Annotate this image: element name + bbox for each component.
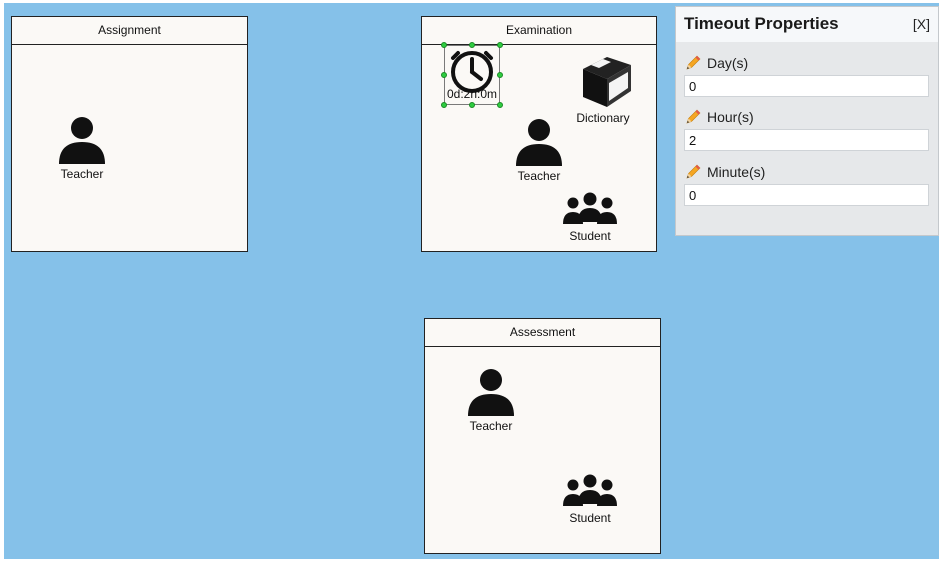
pencil-icon bbox=[686, 109, 701, 124]
pencil-icon bbox=[686, 55, 701, 70]
timer-node[interactable]: 0d:2h:0m bbox=[441, 42, 503, 108]
person-icon bbox=[516, 119, 562, 166]
person-icon bbox=[468, 369, 514, 416]
resize-handle-sw[interactable] bbox=[441, 102, 447, 108]
days-input[interactable] bbox=[684, 75, 929, 97]
resize-handle-ne[interactable] bbox=[497, 42, 503, 48]
assessment-box[interactable]: Assessment Teacher Student bbox=[424, 318, 661, 554]
person-icon bbox=[59, 117, 105, 164]
minutes-label: Minute(s) bbox=[707, 164, 766, 180]
assignment-title: Assignment bbox=[12, 17, 247, 45]
resize-handle-s[interactable] bbox=[469, 102, 475, 108]
examination-teacher-node[interactable]: Teacher bbox=[499, 117, 579, 183]
assignment-box[interactable]: Assignment Teacher bbox=[11, 16, 248, 252]
timer-label: 0d:2h:0m bbox=[446, 87, 498, 101]
student-label: Student bbox=[569, 511, 611, 525]
hours-label: Hour(s) bbox=[707, 109, 754, 125]
student-label: Student bbox=[569, 229, 611, 243]
resize-handle-nw[interactable] bbox=[441, 42, 447, 48]
days-label: Day(s) bbox=[707, 55, 749, 71]
assessment-teacher-node[interactable]: Teacher bbox=[451, 367, 531, 433]
examination-student-node[interactable]: Student bbox=[550, 191, 630, 243]
teacher-label: Teacher bbox=[469, 419, 513, 433]
hours-input[interactable] bbox=[684, 129, 929, 151]
resize-handle-e[interactable] bbox=[497, 72, 503, 78]
assignment-teacher-node[interactable]: Teacher bbox=[42, 115, 122, 181]
hours-field: Hour(s) bbox=[684, 107, 929, 151]
timeout-properties-panel: Timeout Properties [X] Day(s) Hour(s) bbox=[675, 6, 939, 236]
assessment-title: Assessment bbox=[425, 319, 660, 347]
resize-handle-se[interactable] bbox=[497, 102, 503, 108]
book-icon bbox=[583, 57, 631, 107]
minutes-field: Minute(s) bbox=[684, 162, 929, 206]
group-icon bbox=[563, 474, 617, 506]
panel-title: Timeout Properties bbox=[684, 14, 839, 33]
close-button[interactable]: [X] bbox=[913, 16, 930, 32]
pencil-icon bbox=[686, 164, 701, 179]
teacher-label: Teacher bbox=[60, 167, 104, 181]
teacher-label: Teacher bbox=[517, 169, 561, 183]
group-icon bbox=[563, 192, 617, 224]
panel-header: Timeout Properties [X] bbox=[676, 7, 938, 42]
days-field: Day(s) bbox=[684, 53, 929, 97]
dictionary-node[interactable]: Dictionary bbox=[563, 55, 643, 125]
assessment-student-node[interactable]: Student bbox=[550, 473, 630, 525]
examination-box[interactable]: Examination 0d:2h:0m Dictionary Teacher … bbox=[421, 16, 657, 252]
resize-handle-n[interactable] bbox=[469, 42, 475, 48]
resize-handle-w[interactable] bbox=[441, 72, 447, 78]
examination-title: Examination bbox=[422, 17, 656, 45]
minutes-input[interactable] bbox=[684, 184, 929, 206]
